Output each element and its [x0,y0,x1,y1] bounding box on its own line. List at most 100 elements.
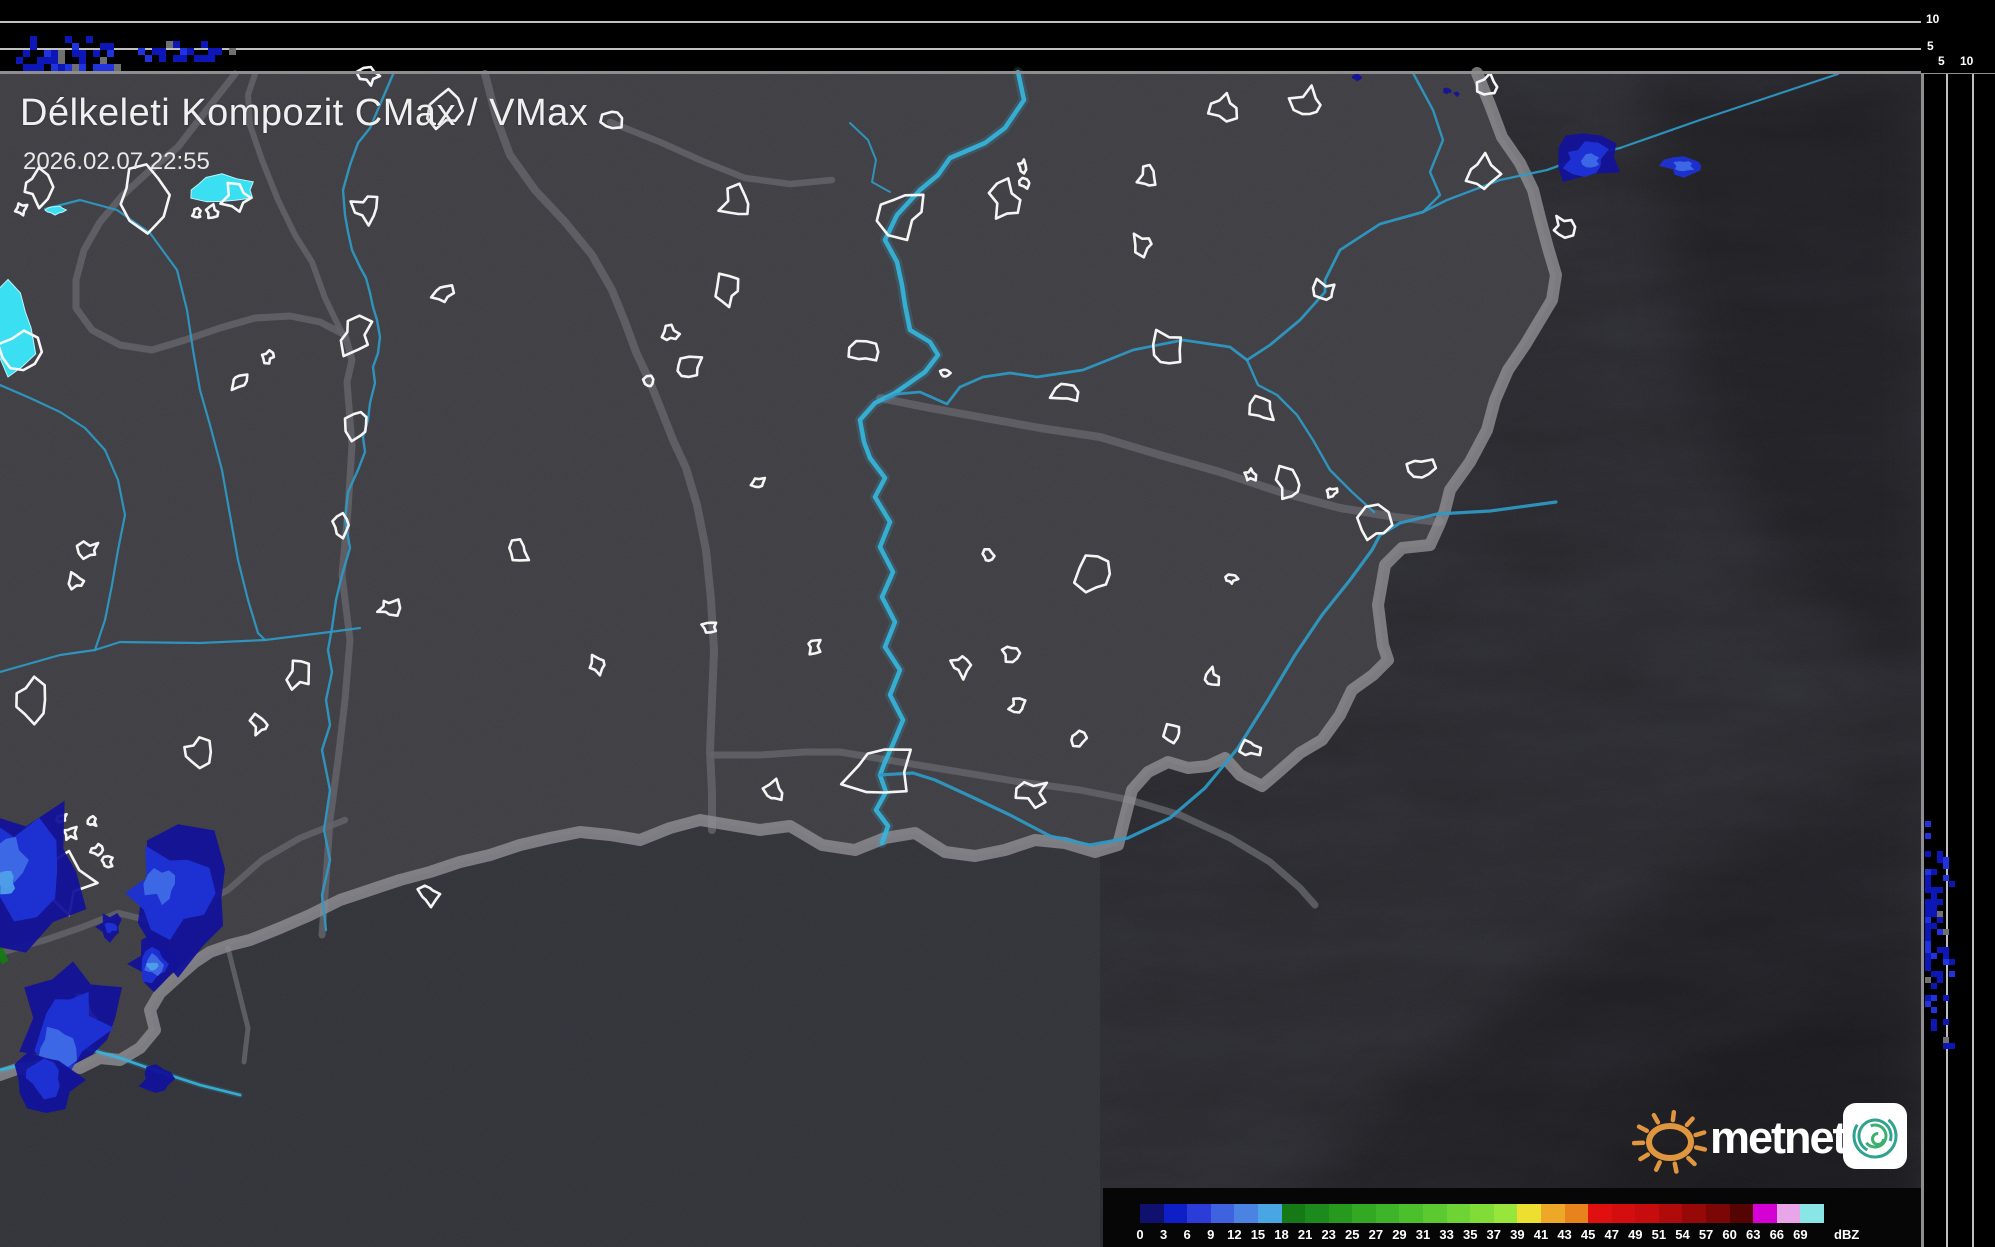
profile-echo-pixel [1937,887,1943,893]
profile-echo-pixel [1931,983,1937,989]
profile-echo-pixel [1925,995,1931,1001]
dbz-swatch-27 [1375,1204,1400,1223]
dbz-tick-label: 27 [1368,1227,1384,1242]
profile-echo-pixel [1925,869,1931,875]
profile-echo-pixel [1925,953,1931,959]
dbz-tick-label: 12 [1227,1227,1242,1242]
dbz-tick-label: 63 [1746,1227,1761,1242]
dbz-swatch-33 [1446,1204,1471,1223]
profile-echo-pixel [1949,881,1955,887]
profile-echo-pixel [1931,971,1937,977]
profile-echo-pixel [1937,851,1943,857]
profile-echo-pixel [1931,923,1937,929]
profile-echo-pixel [1925,977,1931,983]
dbz-tick-label: 25 [1345,1227,1360,1242]
dbz-tick-label: 18 [1274,1227,1289,1242]
map-title: Délkeleti Kompozit CMax / VMax [20,92,589,134]
dbz-tick-label: 47 [1604,1227,1619,1242]
metnet-logo-text: metnet [1710,1112,1848,1163]
profile-echo-pixel [1925,929,1931,935]
dbz-tick-label: 31 [1415,1227,1431,1242]
dbz-tick-label: 57 [1698,1227,1714,1242]
dbz-swatch-21 [1305,1204,1330,1223]
dbz-tick-label: 39 [1510,1227,1525,1242]
profile-echo-pixel [1931,911,1937,917]
profile-echo-pixel [1925,947,1931,953]
profile-echo-pixel [1925,1001,1931,1007]
profile-echo-pixel [1925,941,1931,947]
dbz-swatch-25 [1352,1204,1377,1223]
dbz-tick-label: 66 [1769,1227,1785,1242]
dbz-tick-label: 21 [1297,1227,1313,1242]
profile-echo-pixel [1943,959,1949,965]
profile-echo-pixel [1943,1019,1949,1025]
metnet-logo: metnet [1632,1098,1922,1182]
profile-echo-pixel [1925,821,1931,827]
dbz-swatch-54 [1682,1204,1707,1223]
dbz-colorbar: dBZ 0 3 6 9 12 15 18 21 23 25 27 29 31 33 35 37 39 41 43 45… [1103,1188,1921,1247]
profile-echo-pixel [1925,917,1931,923]
profile-echo-pixel [1937,911,1943,917]
dbz-tick-label: 29 [1392,1227,1407,1242]
profile-echo-pixel [1937,899,1943,905]
profile-echo-pixel [1943,947,1949,953]
profile-echo-pixel [1925,935,1931,941]
profile-echo-pixel [1943,1043,1949,1049]
profile-echo-pixel [1943,953,1949,959]
profile-echo-pixel [1949,1043,1955,1049]
profile-echo-pixel [1925,833,1931,839]
dbz-swatch-35 [1470,1204,1495,1223]
profile-echo-pixel [1925,905,1931,911]
dbz-tick-label: 35 [1462,1227,1478,1242]
sun-icon [1632,1109,1708,1174]
dbz-tick-label: 3 [1159,1227,1168,1242]
profile-echo-pixel [1931,893,1937,899]
dbz-swatch-15 [1257,1204,1282,1223]
dbz-swatch-47 [1611,1204,1636,1223]
dbz-swatch-18 [1281,1204,1306,1223]
dbz-tick-label: 41 [1533,1227,1549,1242]
profile-echo-pixel [1931,905,1937,911]
dbz-tick-label: 23 [1321,1227,1336,1242]
profile-echo-pixel [1925,923,1931,929]
profile-echo-pixel [1931,1007,1937,1013]
dbz-swatch-41 [1540,1204,1566,1223]
profile-echo-pixel [1937,977,1943,983]
profile-echo-pixel [1949,959,1955,965]
profile-echo-pixel [1943,995,1949,1001]
dbz-swatch-63 [1753,1204,1778,1223]
profile-echo-pixel [1937,917,1943,923]
profile-echo-pixel [1925,965,1931,971]
dbz-swatch-6 [1187,1204,1212,1223]
dbz-tick-label: 15 [1250,1227,1266,1242]
profile-map-divider-horizontal [0,71,1995,74]
spiral-app-icon [1843,1103,1907,1169]
profile-echo-pixel [1931,1019,1937,1025]
dbz-tick-label: 0 [1136,1227,1144,1242]
profile-echo-pixel [1931,887,1937,893]
dbz-tick-label: 49 [1628,1227,1643,1242]
map-canvas [0,65,1921,1247]
profile-echo-pixel [1931,953,1937,959]
profile-echo-pixel [1949,971,1955,977]
profile-echo-pixel [1931,1025,1937,1031]
map-timestamp: 2026.02.07 22:55 [23,148,210,175]
dbz-swatch-31 [1423,1204,1448,1223]
profile-echo-pixel [1931,869,1937,875]
dbz-swatch-49 [1635,1204,1660,1223]
dbz-swatch-9 [1210,1204,1235,1223]
dbz-tick-label: 45 [1580,1227,1596,1242]
dbz-tick-label: 43 [1557,1227,1572,1242]
dbz-swatch-0 [1140,1204,1165,1223]
radar-composite-app: Délkeleti Kompozit CMax / VMax 2026.02.0… [0,0,1995,1247]
profile-echo-pixel [1943,857,1949,863]
profile-echo-pixel [1937,857,1943,863]
dbz-swatch-60 [1729,1204,1754,1223]
profile-echo-pixel [1943,929,1949,935]
profile-echo-pixel [1943,875,1949,881]
right-profile-strip [1921,0,1995,1247]
profile-echo-pixel [1937,971,1943,977]
dbz-tick-label: 9 [1207,1227,1215,1242]
dbz-swatch-51 [1658,1204,1683,1223]
profile-echo-pixel [1937,947,1943,953]
